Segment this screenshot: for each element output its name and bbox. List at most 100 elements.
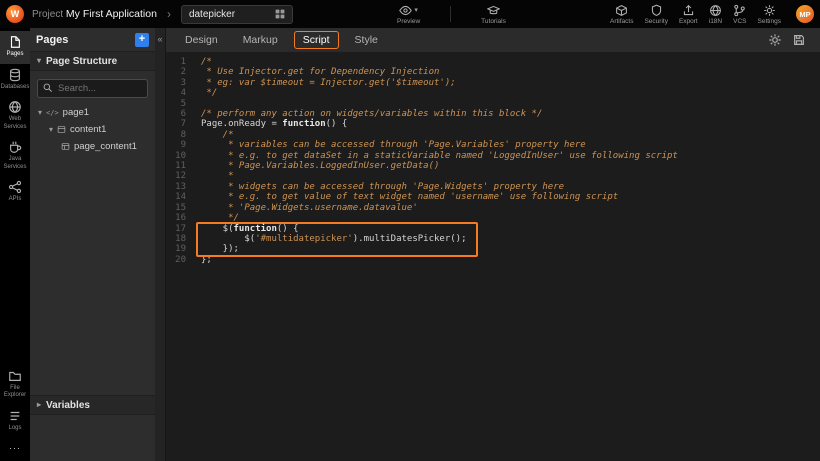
search-input[interactable] <box>37 79 148 98</box>
code-line[interactable]: Page.onReady = function() { <box>201 119 820 129</box>
rail-item-databases[interactable]: Databases <box>0 64 30 97</box>
code-line[interactable]: * widgets can be accessed through 'Page.… <box>201 182 820 192</box>
pages-icon <box>8 35 22 49</box>
export-button[interactable]: Export <box>679 4 698 25</box>
code-line[interactable]: * e.g. to get value of text widget named… <box>201 192 820 202</box>
settings-button[interactable]: Settings <box>758 4 782 25</box>
code-line[interactable]: * e.g. to get dataSet in a staticVariabl… <box>201 151 820 161</box>
tab-style[interactable]: Style <box>346 31 387 49</box>
tab-design[interactable]: Design <box>176 31 227 49</box>
vcs-button[interactable]: VCS <box>733 4 746 25</box>
code-line[interactable]: * 'Page.Widgets.username.datavalue' <box>201 203 820 213</box>
caret-down-icon[interactable]: ▾ <box>414 7 418 14</box>
code-line[interactable]: * eg: var $timeout = Injector.get('$time… <box>201 78 820 88</box>
rail-label: File Explorer <box>1 385 29 400</box>
preview-label: Preview <box>397 18 420 25</box>
i18n-button[interactable]: i18N <box>709 4 722 25</box>
variables-section-header[interactable]: ▸ Variables <box>30 395 155 415</box>
page-structure-title: Page Structure <box>46 56 117 67</box>
file-explorer-icon <box>8 369 22 383</box>
tree-item-label: content1 <box>70 124 106 135</box>
pages-panel: Pages + ▾ Page Structure ▾ </> page1 ▾ c… <box>30 28 155 461</box>
caret-down-icon[interactable]: ▾ <box>38 109 42 117</box>
security-icon <box>650 4 663 17</box>
databases-icon <box>8 68 22 82</box>
code-line[interactable]: /* <box>201 130 820 140</box>
caret-down-icon: ▾ <box>37 57 41 65</box>
export-icon <box>682 4 695 17</box>
page-structure-header[interactable]: ▾ Page Structure <box>30 51 155 71</box>
caret-right-icon: ▸ <box>37 401 41 409</box>
code-line[interactable]: /* <box>201 57 820 67</box>
code-line[interactable]: }); <box>201 244 467 254</box>
wavemaker-logo[interactable]: W <box>6 5 24 23</box>
tab-script[interactable]: Script <box>294 31 339 49</box>
topbar: W Project My First Application › datepic… <box>0 0 820 28</box>
code-line[interactable] <box>201 99 820 109</box>
settings-icon <box>763 4 776 17</box>
code-lines[interactable]: /* * Use Injector.get for Dependency Inj… <box>193 57 820 461</box>
preview-icon <box>399 4 412 17</box>
more-options-icon[interactable]: ··· <box>9 437 21 461</box>
tutorials-button[interactable]: Tutorials <box>481 4 506 25</box>
export-label: Export <box>679 18 698 25</box>
code-line[interactable]: * variables can be accessed through 'Pag… <box>201 140 820 150</box>
rail-label: Web Services <box>1 116 29 131</box>
project-breadcrumb[interactable]: Project My First Application <box>32 8 157 20</box>
rail-item-java-services[interactable]: Java Services <box>0 136 30 176</box>
tree-item-page1[interactable]: ▾ </> page1 <box>30 104 155 121</box>
topbar-divider <box>450 6 451 22</box>
main-area: Design Markup Script Style 1234567891011… <box>166 28 820 461</box>
gear-icon[interactable] <box>768 33 782 47</box>
tabbar-right <box>768 33 810 47</box>
left-rail: Pages Databases Web Services Java Servic… <box>0 28 30 461</box>
code-line[interactable]: /* perform any action on widgets/variabl… <box>201 109 820 119</box>
code-line[interactable]: */ <box>201 88 820 98</box>
artifacts-label: Artifacts <box>610 18 633 25</box>
tree-item-content1[interactable]: ▾ content1 <box>30 121 155 138</box>
open-page-tab-datepicker[interactable]: datepicker <box>181 5 293 24</box>
artifacts-button[interactable]: Artifacts <box>610 4 633 25</box>
rail-item-logs[interactable]: Logs <box>0 405 30 438</box>
layout-icon <box>57 125 66 134</box>
tab-markup[interactable]: Markup <box>234 31 287 49</box>
rail-label: Logs <box>8 425 21 433</box>
topbar-center: ▾ Preview Tutorials <box>301 4 602 25</box>
apis-icon <box>8 180 22 194</box>
code-line[interactable]: $(function() { <box>201 224 467 234</box>
search-icon <box>42 82 53 93</box>
code-line[interactable]: * Use Injector.get for Dependency Inject… <box>201 67 820 77</box>
web-services-icon <box>8 100 22 114</box>
caret-down-icon[interactable]: ▾ <box>49 126 53 134</box>
preview-button[interactable]: ▾ Preview <box>397 4 420 25</box>
script-editor[interactable]: 1234567891011121314151617181920 /* * Use… <box>166 52 820 461</box>
panel-collapse-strip: « <box>155 28 166 461</box>
rail-item-web-services[interactable]: Web Services <box>0 96 30 136</box>
rail-item-file-explorer[interactable]: File Explorer <box>0 365 30 405</box>
editor-tabbar: Design Markup Script Style <box>166 28 820 52</box>
gutter: 1234567891011121314151617181920 <box>166 57 193 461</box>
user-avatar[interactable]: MP <box>796 5 814 23</box>
open-page-tab-label: datepicker <box>189 9 235 20</box>
variables-title: Variables <box>46 400 90 411</box>
java-services-icon <box>8 140 22 154</box>
tree-item-page-content1[interactable]: page_content1 <box>30 138 155 155</box>
code-line[interactable]: * <box>201 171 820 181</box>
vcs-icon <box>733 4 746 17</box>
highlight-box: $(function() { $('#multidatepicker').mul… <box>196 222 478 257</box>
collapse-panel-icon[interactable]: « <box>157 35 162 44</box>
save-icon[interactable] <box>792 33 806 47</box>
tutorials-icon <box>487 4 500 17</box>
code-icon: </> <box>46 109 59 117</box>
add-page-button[interactable]: + <box>135 33 149 47</box>
security-button[interactable]: Security <box>644 4 667 25</box>
code-line[interactable]: $('#multidatepicker').multiDatesPicker()… <box>201 234 467 244</box>
grid-icon[interactable] <box>275 9 285 19</box>
rail-label: APIs <box>9 196 22 204</box>
i18n-icon <box>709 4 722 17</box>
rail-item-pages[interactable]: Pages <box>0 31 30 64</box>
code-line[interactable]: * Page.Variables.LoggedInUser.getData() <box>201 161 820 171</box>
rail-item-apis[interactable]: APIs <box>0 176 30 209</box>
chevron-right-icon: › <box>167 7 171 21</box>
i18n-label: i18N <box>709 18 722 25</box>
